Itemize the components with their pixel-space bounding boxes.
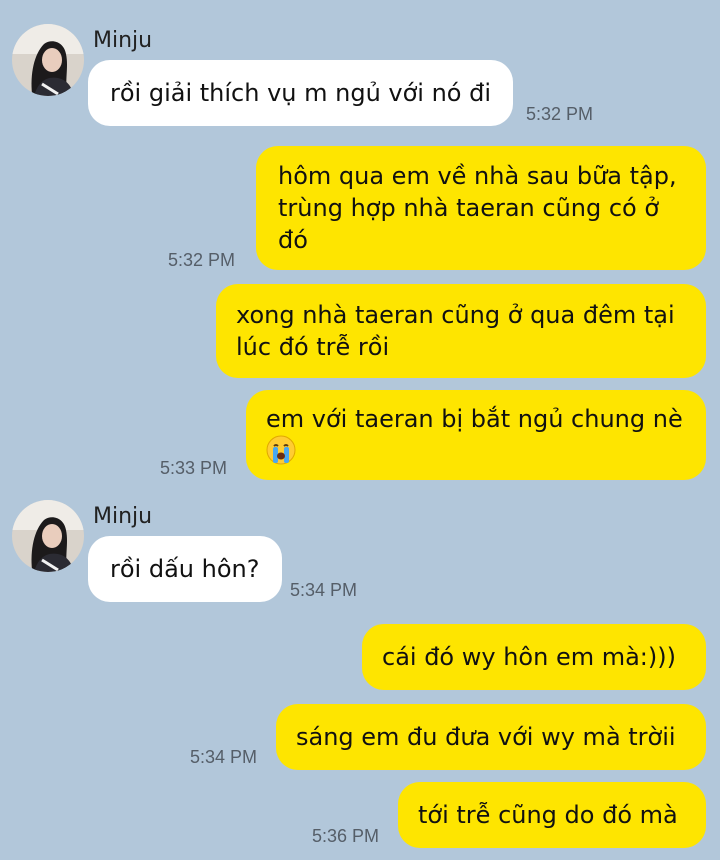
message-time: 5:32 PM [168, 250, 236, 270]
message-line: xong nhà taeran cũng ở qua đêm tại [236, 301, 675, 329]
message-line: đó [278, 226, 308, 254]
message-text: rồi giải thích vụ m ngủ với nó đi [110, 79, 492, 107]
avatar[interactable] [12, 500, 84, 572]
message-text: cái đó wy hôn em mà:))) [382, 643, 676, 671]
message-time: 5:33 PM [160, 458, 228, 478]
message-bubble-incoming[interactable]: rồi giải thích vụ m ngủ với nó đi [88, 60, 513, 126]
message-bubble-outgoing[interactable]: em với taeran bị bắt ngủ chung nè [246, 390, 706, 480]
message-text: em với taeran bị bắt ngủ chung nè [266, 405, 683, 433]
message-time: 5:34 PM [190, 747, 258, 767]
message-text: tới trễ cũng do đó mà [418, 801, 678, 829]
avatar[interactable] [12, 24, 84, 96]
message-bubble-incoming[interactable]: rồi dấu hôn? [88, 536, 282, 602]
message-line: trùng hợp nhà taeran cũng có ở [278, 194, 660, 222]
sender-name: Minju [93, 504, 153, 529]
sender-name: Minju [93, 28, 153, 53]
message-time: 5:36 PM [312, 826, 380, 846]
message-bubble-outgoing[interactable]: sáng em đu đưa với wy mà trờii [276, 704, 706, 770]
message-line: lúc đó trễ rồi [236, 333, 390, 361]
message-line: hôm qua em về nhà sau bữa tập, [278, 162, 677, 190]
message-text: sáng em đu đưa với wy mà trờii [296, 723, 676, 751]
message-bubble-outgoing[interactable]: hôm qua em về nhà sau bữa tập, trùng hợp… [256, 146, 706, 270]
message-bubble-outgoing[interactable]: xong nhà taeran cũng ở qua đêm tại lúc đ… [216, 284, 706, 378]
message-time: 5:34 PM [290, 580, 358, 600]
loudly-crying-face-icon [266, 435, 296, 473]
message-bubble-outgoing[interactable]: tới trễ cũng do đó mà [398, 782, 706, 848]
message-bubble-outgoing[interactable]: cái đó wy hôn em mà:))) [362, 624, 706, 690]
message-text: rồi dấu hôn? [110, 555, 260, 583]
message-time: 5:32 PM [526, 104, 594, 124]
